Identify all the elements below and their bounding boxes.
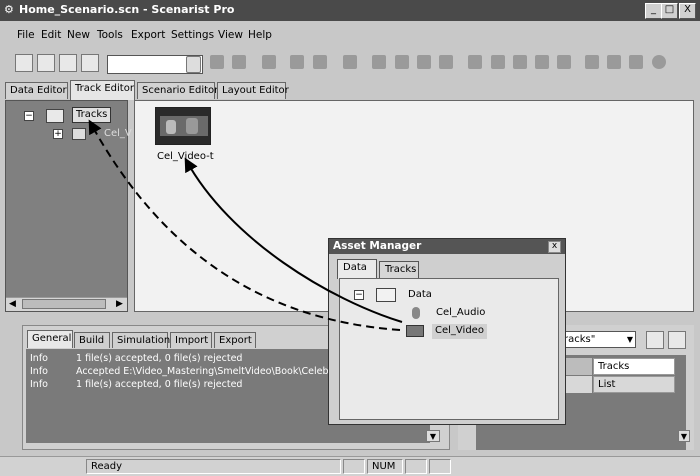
drag-arrows	[88, 119, 403, 331]
drag-arrow-to-canvas	[184, 157, 403, 323]
drag-arrow-to-tree	[88, 119, 401, 331]
